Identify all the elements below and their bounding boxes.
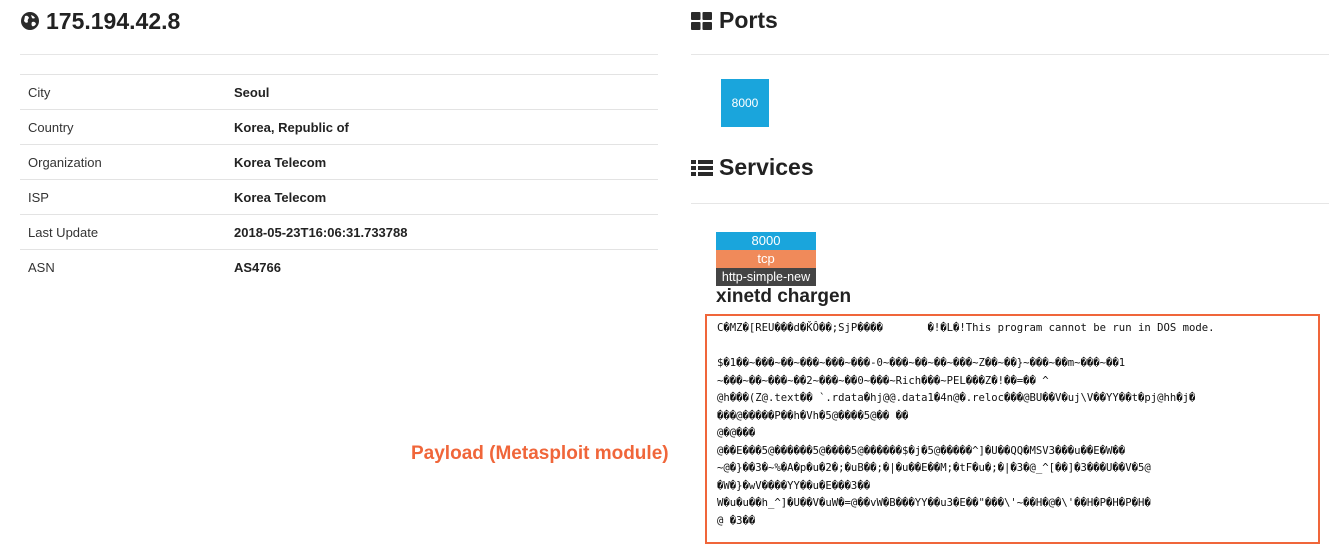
divider: [691, 54, 1329, 55]
row-label: Last Update: [28, 224, 99, 240]
services-header: Services: [691, 154, 814, 181]
row-label: ISP: [28, 189, 49, 205]
table-row: ISP Korea Telecom: [20, 179, 658, 215]
port-badge-8000[interactable]: 8000: [721, 79, 769, 127]
table-row: City Seoul: [20, 74, 658, 110]
ports-header: Ports: [691, 7, 778, 34]
payload-line: ~@�}��3�~%�A�p�u�2�;�uB��;�|�u��E��M;�tF…: [717, 462, 1151, 474]
row-value: 2018-05-23T16:06:31.733788: [234, 224, 408, 240]
list-icon: [691, 159, 713, 176]
service-port-badge[interactable]: 8000: [716, 232, 816, 250]
payload-line: ���@�����P��h�Vh�5@����5@�� ��: [717, 409, 909, 422]
row-label: Country: [28, 119, 74, 135]
service-protocol-badge: tcp: [716, 250, 816, 268]
table-row: Organization Korea Telecom: [20, 144, 658, 180]
host-header: 175.194.42.8: [20, 0, 658, 42]
payload-line: W�u�u��h_^]�U��V�uW�=@��vW�B���YY��u3�E�…: [717, 497, 1151, 509]
host-panel: 175.194.42.8 City Seoul Country Korea, R…: [20, 0, 658, 275]
service-badges: 8000 tcp http-simple-new: [716, 232, 816, 286]
table-row: ASN AS4766: [20, 249, 658, 285]
host-info-table: City Seoul Country Korea, Republic of Or…: [20, 74, 658, 285]
row-value: Seoul: [234, 84, 270, 100]
service-module-badge: http-simple-new: [716, 268, 816, 286]
payload-line: @�@���: [717, 427, 756, 439]
payload-line: �W�}�wV����YY��u�E���3��: [717, 479, 871, 492]
table-row: Last Update 2018-05-23T16:06:31.733788: [20, 214, 658, 250]
payload-line: [717, 338, 1310, 356]
table-row: Country Korea, Republic of: [20, 109, 658, 145]
payload-line: C�MZ�[REU���d�ǨÔ��;SjP���� �!�L�!This pr…: [717, 322, 1215, 334]
payload-line: @h���(Z@.text�� `.rdata�hj@@.data1�4n@�.…: [717, 392, 1196, 404]
payload-line: ~���~��~���~��2~���~��0~���~Rich���~PEL�…: [717, 374, 1049, 387]
row-value: Korea Telecom: [234, 189, 327, 205]
service-payload: C�MZ�[REU���d�ǨÔ��;SjP���� �!�L�!This pr…: [705, 314, 1320, 544]
row-label: City: [28, 84, 51, 100]
payload-line: @��E���5@������5@����5@������$�j�5@�����…: [717, 444, 1126, 457]
row-label: ASN: [28, 259, 55, 275]
payload-annotation: Payload (Metasploit module): [411, 443, 669, 464]
row-label: Organization: [28, 154, 102, 170]
divider: [691, 203, 1329, 204]
row-value: AS4766: [234, 259, 281, 275]
row-value: Korea Telecom: [234, 154, 327, 170]
payload-line: $�1��~���~��~���~���~���-0~���~��~��~���…: [717, 357, 1126, 369]
ports-title: Ports: [719, 7, 778, 33]
payload-line: @ �3��: [717, 514, 756, 527]
th-large-icon: [691, 11, 712, 30]
host-ip: 175.194.42.8: [46, 7, 181, 34]
divider: [20, 54, 658, 55]
globe-icon: [21, 12, 39, 30]
services-title: Services: [719, 154, 814, 180]
row-value: Korea, Republic of: [234, 119, 349, 135]
service-title: xinetd chargen: [716, 286, 852, 307]
